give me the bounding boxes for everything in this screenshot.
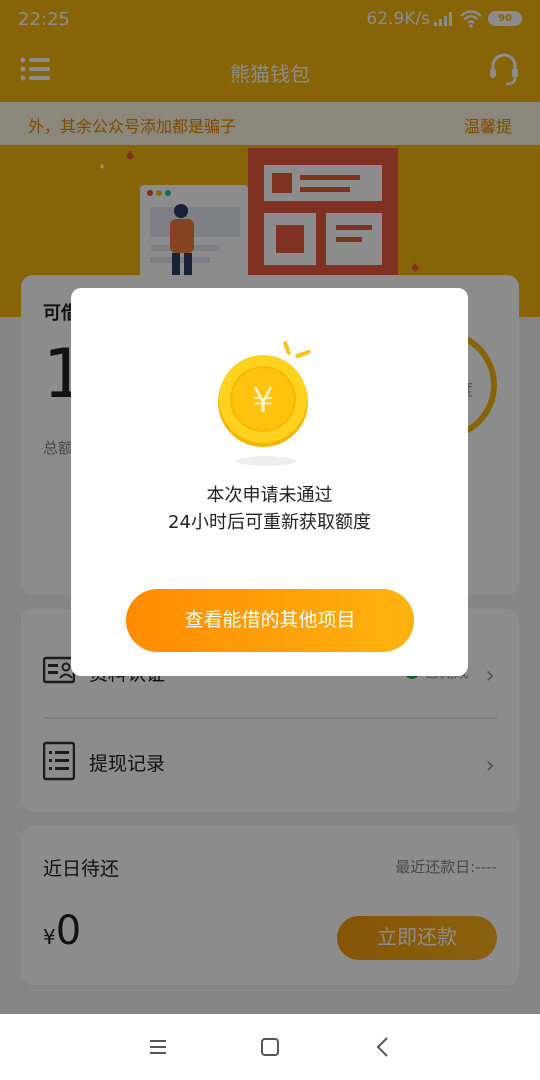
dialog-message-line1: 本次申请未通过 [206, 485, 333, 506]
coin-icon: ¥ [218, 341, 311, 466]
coin-symbol: ¥ [252, 381, 274, 421]
dialog-message-line2: 24小时后可重新获取额度 [168, 512, 371, 533]
rejection-dialog: ¥ 本次申请未通过 24小时后可重新获取额度 查看能借的其他项目 [71, 288, 468, 676]
nav-back-icon[interactable] [370, 1034, 396, 1060]
nav-home-icon[interactable] [257, 1034, 283, 1060]
system-nav-bar [0, 1014, 540, 1080]
nav-menu-icon[interactable] [145, 1034, 171, 1060]
view-other-projects-button[interactable]: 查看能借的其他项目 [126, 589, 414, 652]
